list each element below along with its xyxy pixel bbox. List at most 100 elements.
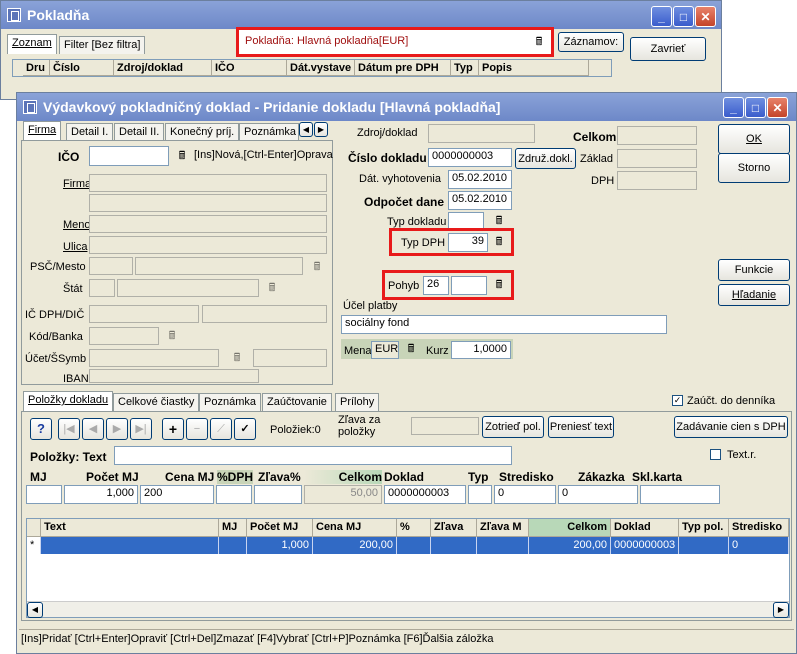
hladanie-button[interactable]: Hľadanie — [718, 284, 790, 306]
zotried-button[interactable]: Zotrieď pol. — [482, 416, 544, 438]
mena-input[interactable]: EUR — [371, 341, 399, 359]
next-record-button[interactable]: ▶ — [106, 418, 128, 440]
polozky-text-input[interactable] — [114, 446, 512, 465]
ssymb-field[interactable] — [253, 349, 327, 367]
document-window-titlebar[interactable]: Výdavkový pokladničný doklad - Pridanie … — [17, 93, 796, 121]
table-row[interactable]: * 1,000 200,00 200,00 0000000003 0 — [27, 537, 789, 554]
ucet-lookup-icon[interactable]: 🖩 — [227, 348, 247, 368]
kod-banka-field[interactable] — [89, 327, 159, 345]
ulica-field[interactable] — [89, 236, 327, 254]
row-zlava[interactable] — [431, 537, 477, 554]
textr-checkbox[interactable] — [710, 449, 721, 460]
last-record-button[interactable]: ▶| — [130, 418, 152, 440]
pohyb-lookup-icon[interactable]: 🖩 — [489, 275, 509, 295]
psc-field[interactable] — [89, 257, 133, 275]
ucet-field[interactable] — [89, 349, 219, 367]
firma-field-2[interactable] — [89, 194, 327, 212]
back-window-titlebar[interactable]: Pokladňa — [1, 1, 721, 29]
tab-firma[interactable]: Firma — [23, 121, 62, 141]
prev-record-button[interactable]: ◀ — [82, 418, 104, 440]
sklkarta-input[interactable] — [640, 485, 720, 504]
zauct-checkbox[interactable]: ✓ — [672, 395, 683, 406]
zakazka-input[interactable]: 0 — [558, 485, 638, 504]
records-button[interactable]: Záznamov: — [558, 32, 624, 52]
grid-col-doklad[interactable]: Doklad — [611, 519, 679, 537]
minimize-icon[interactable]: _ — [723, 97, 744, 118]
col-popis[interactable]: Popis — [479, 60, 589, 76]
zlava-input[interactable] — [254, 485, 302, 504]
grid-col-typpol[interactable]: Typ pol. — [679, 519, 729, 537]
storno-button[interactable]: Storno — [718, 153, 790, 183]
scroll-left-icon[interactable]: ◀ — [27, 602, 43, 618]
dph-field[interactable] — [617, 171, 697, 190]
grid-col-pocet[interactable]: Počet MJ — [247, 519, 313, 537]
odpocet-input[interactable]: 05.02.2010 — [448, 191, 512, 210]
tab-polozky[interactable]: Položky dokladu — [23, 391, 114, 411]
row-mj[interactable] — [219, 537, 247, 554]
row-cena[interactable]: 200,00 — [313, 537, 397, 554]
ucel-input[interactable]: sociálny fond — [341, 315, 667, 334]
zlava-field[interactable] — [411, 417, 479, 435]
first-record-button[interactable]: |◀ — [58, 418, 80, 440]
close-button[interactable]: Zavrieť — [630, 37, 706, 61]
confirm-icon[interactable]: ✓ — [234, 418, 256, 440]
cena-input[interactable]: 200 — [140, 485, 214, 504]
icdph-field[interactable] — [89, 305, 199, 323]
druz-button[interactable]: Združ.dokl. — [515, 148, 576, 169]
mesto-lookup-icon[interactable]: 🖩 — [307, 257, 327, 277]
grid-col-pct[interactable]: % — [397, 519, 431, 537]
typ-dph-lookup-icon[interactable]: 🖩 — [489, 232, 509, 252]
typ-dph-input[interactable]: 39 — [448, 233, 488, 252]
grid-col-zlavam[interactable]: Zľava M — [477, 519, 529, 537]
pocet-input[interactable]: 1,000 — [64, 485, 138, 504]
help-button[interactable]: ? — [30, 418, 52, 440]
tab-scroll-left[interactable]: ◀ — [299, 122, 313, 137]
doklad-input[interactable]: 0000000003 — [384, 485, 466, 504]
tab-scroll-right[interactable]: ▶ — [314, 122, 328, 137]
grid-col-mj[interactable]: MJ — [219, 519, 247, 537]
close-icon[interactable]: ✕ — [695, 6, 716, 27]
pdph-input[interactable] — [216, 485, 252, 504]
stredisko-input[interactable]: 0 — [494, 485, 556, 504]
col-cislo[interactable]: Číslo — [50, 60, 114, 76]
col-ico[interactable]: IČO — [212, 60, 287, 76]
banka-lookup-icon[interactable]: 🖩 — [162, 326, 182, 346]
kurz-input[interactable]: 1,0000 — [451, 341, 511, 359]
tab-poznamka-2[interactable]: Poznámka — [199, 393, 261, 411]
col-zdroj[interactable]: Zdroj/doklad — [114, 60, 212, 76]
tab-poznamka[interactable]: Poznámka — [239, 123, 299, 141]
tab-konecny[interactable]: Konečný príj. — [165, 123, 240, 141]
minimize-icon[interactable]: _ — [651, 6, 672, 27]
row-zlavam[interactable] — [477, 537, 529, 554]
mj-input[interactable] — [26, 485, 62, 504]
stat-lookup-icon[interactable]: 🖩 — [262, 278, 282, 298]
horizontal-scrollbar[interactable]: ◀ ▶ — [27, 601, 789, 618]
grid-col-zlava[interactable]: Zľava — [431, 519, 477, 537]
zdroj-field[interactable] — [428, 124, 535, 143]
tab-prilohy[interactable]: Prílohy — [335, 393, 380, 411]
meno-field[interactable] — [89, 215, 327, 233]
funkcie-button[interactable]: Funkcie — [718, 259, 790, 281]
ok-button[interactable]: OK — [718, 124, 790, 154]
scroll-right-icon[interactable]: ▶ — [773, 602, 789, 618]
row-pocet[interactable]: 1,000 — [247, 537, 313, 554]
firma-field-1[interactable] — [89, 174, 327, 192]
grid-col-text[interactable]: Text — [41, 519, 219, 537]
col-datvyst[interactable]: Dát.vystave — [287, 60, 355, 76]
delete-icon[interactable]: − — [186, 418, 208, 440]
row-celkom[interactable]: 200,00 — [529, 537, 611, 554]
stat-field[interactable] — [117, 279, 259, 297]
tab-filter[interactable]: Filter [Bez filtra] — [59, 36, 146, 54]
grid-col-cena[interactable]: Cena MJ — [313, 519, 397, 537]
row-stredisko[interactable]: 0 — [729, 537, 789, 554]
dat-vyhot-input[interactable]: 05.02.2010 — [448, 170, 512, 189]
cislo-input[interactable]: 0000000003 — [428, 148, 512, 167]
row-pct[interactable] — [397, 537, 431, 554]
close-icon[interactable]: ✕ — [767, 97, 788, 118]
col-dru[interactable]: Dru — [23, 60, 50, 76]
row-text[interactable] — [41, 537, 219, 554]
mena-lookup-icon[interactable]: 🖩 — [401, 339, 421, 359]
zadavanie-button[interactable]: Zadávanie cien s DPH — [674, 416, 788, 438]
typ-input[interactable] — [468, 485, 492, 504]
col-typ[interactable]: Typ — [451, 60, 479, 76]
